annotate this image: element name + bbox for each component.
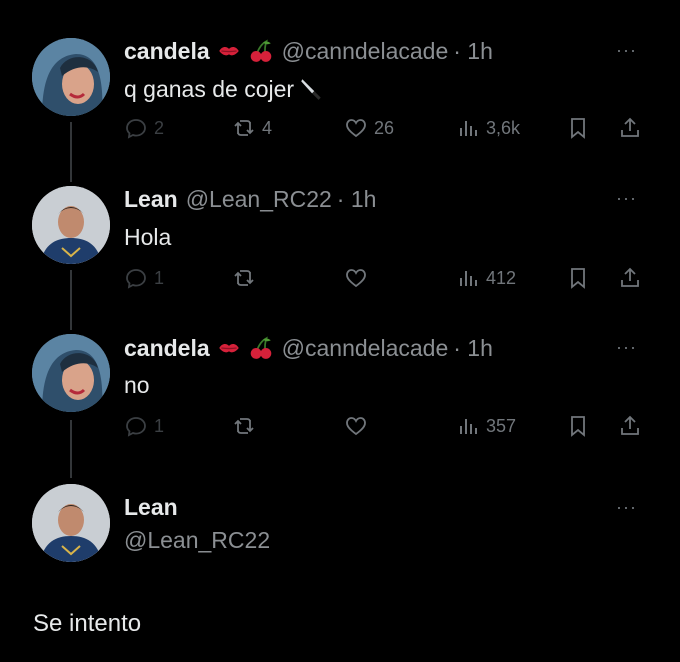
author-handle[interactable]: @Lean_RC22 <box>124 527 270 554</box>
views-button[interactable]: 412 <box>456 266 516 290</box>
avatar[interactable] <box>32 334 110 412</box>
timestamp[interactable]: · 1h <box>337 186 377 213</box>
avatar[interactable] <box>32 484 110 562</box>
share-button[interactable] <box>618 116 642 140</box>
author-name[interactable]: candela <box>124 335 210 362</box>
retweet-button[interactable]: 4 <box>232 116 272 140</box>
reply-button[interactable]: 1 <box>124 266 164 290</box>
author-name[interactable]: Lean <box>124 186 178 213</box>
author-handle[interactable]: @Lean_RC22 <box>186 186 332 213</box>
thread-line <box>70 270 72 330</box>
bookmark-button[interactable] <box>566 116 590 140</box>
retweet-button[interactable] <box>232 266 262 290</box>
timestamp[interactable]: · 1h <box>453 335 493 362</box>
tweet-text: Hola <box>124 223 172 250</box>
author-name[interactable]: Lean <box>124 494 178 521</box>
like-button[interactable] <box>344 414 374 438</box>
reply-button[interactable]: 2 <box>124 116 164 140</box>
author-name[interactable]: candela <box>124 38 210 65</box>
share-button[interactable] <box>618 266 642 290</box>
cherries-icon <box>248 335 274 361</box>
timestamp[interactable]: · 1h <box>453 38 493 65</box>
views-button[interactable]: 3,6k <box>456 116 520 140</box>
kiss-mark-icon <box>216 38 242 64</box>
reply-count: 1 <box>154 415 165 436</box>
knife-icon <box>298 76 324 102</box>
like-button[interactable] <box>344 266 374 290</box>
author-handle[interactable]: @canndelacade <box>282 38 449 65</box>
more-options-icon[interactable]: ··· <box>616 188 637 209</box>
reply-count: 2 <box>154 117 165 138</box>
view-count: 357 <box>486 415 517 436</box>
views-button[interactable]: 357 <box>456 414 516 438</box>
more-options-icon[interactable]: ··· <box>616 40 637 61</box>
reply-button[interactable]: 1 <box>124 414 164 438</box>
like-button[interactable]: 26 <box>344 116 394 140</box>
more-options-icon[interactable]: ··· <box>616 337 637 358</box>
avatar[interactable] <box>32 186 110 264</box>
view-count: 3,6k <box>486 117 521 138</box>
kiss-mark-icon <box>216 335 242 361</box>
tweet-text: q ganas de cojer <box>124 75 295 102</box>
bookmark-button[interactable] <box>566 414 590 438</box>
retweet-count: 4 <box>262 117 273 138</box>
tweet-text: Se intento <box>33 610 142 637</box>
cherries-icon <box>248 38 274 64</box>
author-handle[interactable]: @canndelacade <box>282 335 449 362</box>
reply-count: 1 <box>154 267 165 288</box>
retweet-button[interactable] <box>232 414 262 438</box>
share-button[interactable] <box>618 414 642 438</box>
avatar[interactable] <box>32 38 110 116</box>
thread-line <box>70 420 72 478</box>
view-count: 412 <box>486 267 517 288</box>
more-options-icon[interactable]: ··· <box>616 497 637 518</box>
tweet-text: no <box>124 371 150 398</box>
like-count: 26 <box>374 117 395 138</box>
bookmark-button[interactable] <box>566 266 590 290</box>
thread-line <box>70 122 72 182</box>
